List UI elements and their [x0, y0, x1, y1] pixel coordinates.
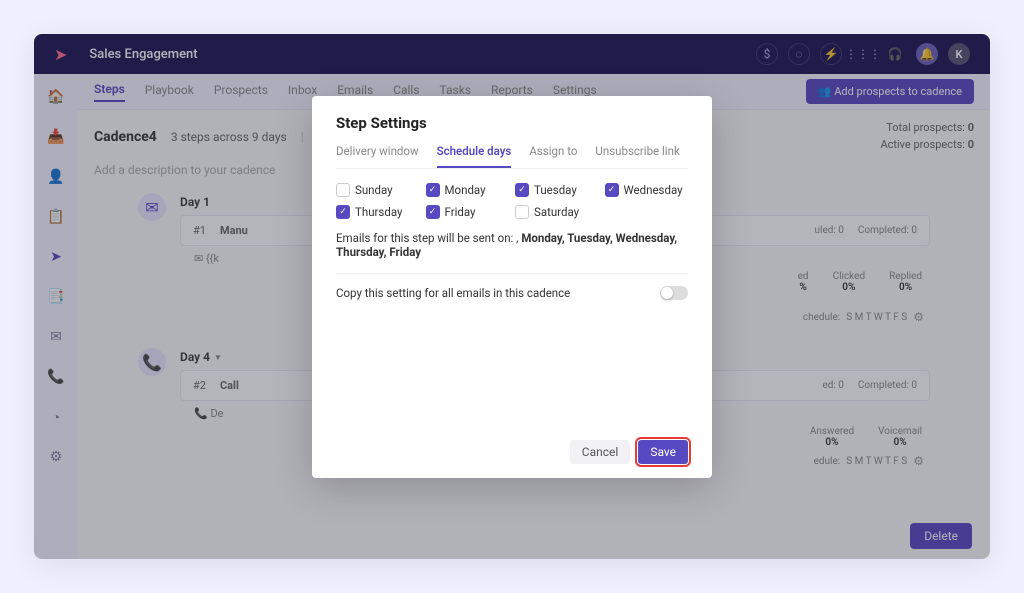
step-settings-modal: Step Settings Delivery window Schedule d…: [312, 96, 712, 478]
day-monday[interactable]: Monday: [426, 183, 510, 197]
mtab-delivery[interactable]: Delivery window: [336, 144, 419, 168]
copy-toggle[interactable]: [660, 286, 688, 300]
modal-overlay: Step Settings Delivery window Schedule d…: [34, 34, 990, 559]
copy-label: Copy this setting for all emails in this…: [336, 286, 570, 300]
day-friday[interactable]: Friday: [426, 205, 510, 219]
day-saturday[interactable]: Saturday: [515, 205, 599, 219]
modal-title: Step Settings: [336, 114, 688, 132]
mtab-schedule[interactable]: Schedule days: [437, 144, 512, 168]
mtab-unsub[interactable]: Unsubscribe link: [595, 144, 679, 168]
app-frame: ➤ Sales Engagement $ ◌ ⚡ ⋮⋮⋮ 🎧 🔔 K 🏠 📥 👤…: [34, 34, 990, 559]
copy-setting-row: Copy this setting for all emails in this…: [336, 286, 688, 300]
save-button[interactable]: Save: [638, 440, 688, 464]
mtab-assign[interactable]: Assign to: [529, 144, 577, 168]
day-thursday[interactable]: Thursday: [336, 205, 420, 219]
day-sunday[interactable]: Sunday: [336, 183, 420, 197]
modal-footer: Cancel Save: [336, 440, 688, 464]
cancel-button[interactable]: Cancel: [570, 440, 631, 464]
sent-note: Emails for this step will be sent on: , …: [336, 231, 688, 259]
days-grid: Sunday Monday Tuesday Wednesday Thursday…: [336, 183, 688, 219]
modal-tabs: Delivery window Schedule days Assign to …: [336, 144, 688, 169]
day-wednesday[interactable]: Wednesday: [605, 183, 689, 197]
day-tuesday[interactable]: Tuesday: [515, 183, 599, 197]
